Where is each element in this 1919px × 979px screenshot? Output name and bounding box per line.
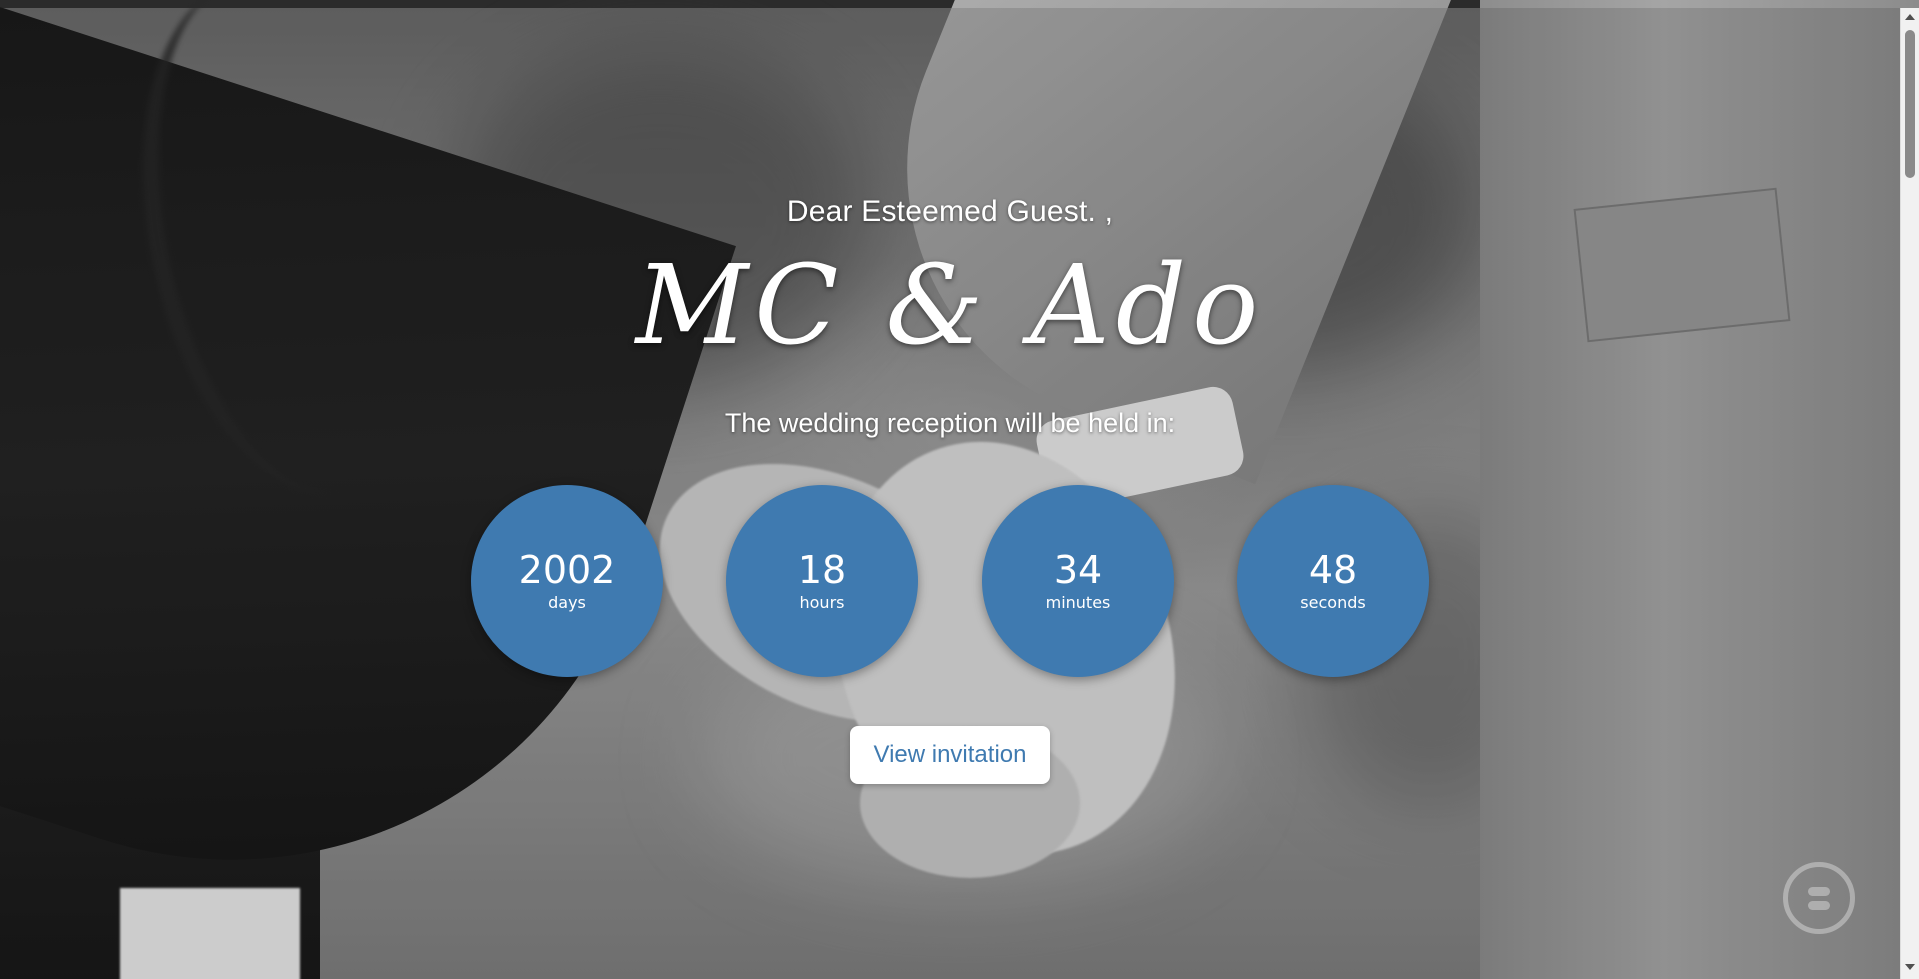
countdown-value: 34	[1053, 548, 1103, 592]
icon-bar	[1808, 887, 1830, 896]
countdown-value: 18	[797, 548, 847, 592]
scroll-up-arrow-icon[interactable]	[1905, 14, 1915, 20]
countdown-unit: days	[548, 593, 586, 612]
view-invitation-button[interactable]: View invitation	[850, 726, 1050, 784]
couple-names-title: MC & Ado	[635, 241, 1265, 369]
countdown-minutes: 34 minutes	[982, 485, 1174, 677]
icon-bar	[1808, 901, 1830, 910]
vertical-scrollbar[interactable]	[1900, 8, 1919, 979]
scrollbar-thumb[interactable]	[1905, 30, 1915, 178]
music-toggle-icon[interactable]	[1783, 862, 1855, 934]
countdown-unit: hours	[799, 593, 845, 612]
page-viewport: Dear Esteemed Guest. , MC & Ado The wedd…	[0, 0, 1919, 979]
countdown-timer: 2002 days 18 hours 34 minutes 48 seconds	[471, 485, 1431, 679]
countdown-value: 2002	[518, 548, 616, 592]
countdown-hours: 18 hours	[726, 485, 918, 677]
countdown-value: 48	[1308, 548, 1358, 592]
countdown-seconds: 48 seconds	[1237, 485, 1429, 677]
countdown-unit: minutes	[1045, 593, 1111, 612]
reception-subtitle: The wedding reception will be held in:	[724, 408, 1176, 438]
scroll-down-arrow-icon[interactable]	[1905, 964, 1915, 970]
guest-greeting: Dear Esteemed Guest. ,	[786, 195, 1114, 228]
countdown-unit: seconds	[1300, 593, 1366, 612]
countdown-days: 2002 days	[471, 485, 663, 677]
